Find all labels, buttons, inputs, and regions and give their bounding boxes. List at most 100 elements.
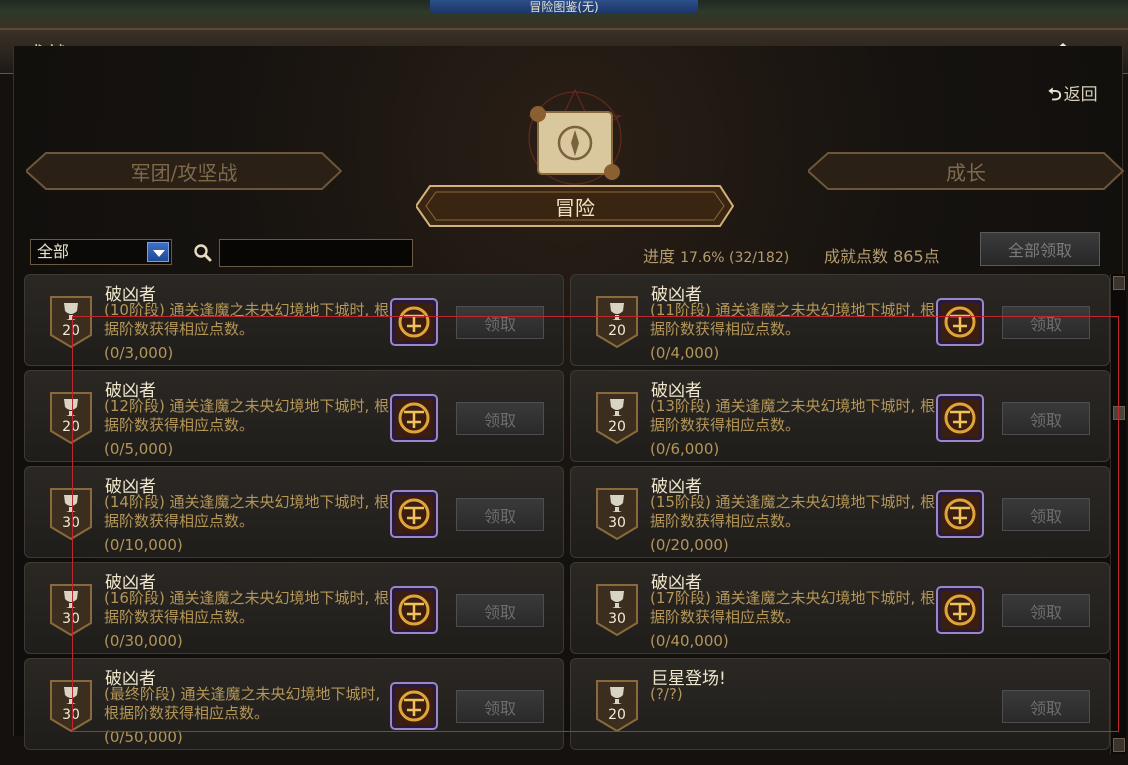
achievement-progress: (0/4,000) [650,344,720,362]
filter-selected-value: 全部 [37,242,70,261]
chevron-down-icon[interactable] [147,242,169,262]
achievement-points: 20 [608,419,626,435]
claim-button[interactable]: 领取 [456,594,544,627]
achievement-description: (10阶段) 通关逢魔之未央幻境地下城时, 根据阶数获得相应点数。 [104,301,390,338]
achievement-progress: (0/20,000) [650,536,729,554]
claim-button[interactable]: 领取 [456,690,544,723]
search-icon[interactable] [193,243,213,263]
reward-emblem-icon[interactable] [390,394,438,442]
achievement-description: (15阶段) 通关逢魔之未央幻境地下城时, 根据阶数获得相应点数。 [650,493,936,530]
achievement-card: 30 破凶者 (最终阶段) 通关逢魔之未央幻境地下城时, 根据阶数获得相应点数。 (0… [24,658,564,750]
achievement-progress: (0/10,000) [104,536,183,554]
achievement-progress: (0/30,000) [104,632,183,650]
achievement-progress: (0/6,000) [650,440,720,458]
trophy-badge: 30 [47,583,95,637]
claim-button[interactable]: 领取 [1002,594,1090,627]
achievement-card: 20 破凶者 (12阶段) 通关逢魔之未央幻境地下城时, 根据阶数获得相应点数。 (0… [24,370,564,462]
claim-button[interactable]: 领取 [1002,498,1090,531]
points-value: 865点 [893,247,940,266]
achievement-points: 30 [62,707,80,723]
achievement-points: 20 [608,707,626,723]
trophy-badge: 30 [593,583,641,637]
progress-value: 17.6% (32/182) [680,250,790,266]
achievement-progress: (0/5,000) [104,440,174,458]
scrollbar[interactable] [1110,274,1126,754]
achievement-card: 30 破凶者 (17阶段) 通关逢魔之未央幻境地下城时, 根据阶数获得相应点数。 (0… [570,562,1110,654]
achievement-description: (最终阶段) 通关逢魔之未央幻境地下城时, 根据阶数获得相应点数。 [104,685,381,722]
trophy-icon [50,296,92,349]
trophy-icon [50,488,92,541]
points-summary: 成就点数 865点 [824,243,940,267]
tab-growth-label: 成长 [946,160,986,185]
trophy-badge: 30 [593,487,641,541]
scroll-up-button[interactable] [1113,276,1125,290]
back-button[interactable]: ⮌ 返回 [1048,80,1098,111]
scroll-emblem-icon [527,88,623,185]
achievement-description: (11阶段) 通关逢魔之未央幻境地下城时, 根据阶数获得相应点数。 [650,301,936,338]
achievement-points: 20 [608,323,626,339]
tab-legion[interactable]: 军团/攻坚战 [26,152,342,190]
claim-button[interactable]: 领取 [1002,306,1090,339]
progress-label: 进度 [643,247,676,266]
achievement-description: (17阶段) 通关逢魔之未央幻境地下城时, 根据阶数获得相应点数。 [650,589,936,626]
tab-adventure[interactable]: 冒险 [416,184,734,228]
trophy-badge: 30 [47,679,95,733]
trophy-icon [596,584,638,637]
reward-emblem-icon[interactable] [390,586,438,634]
achievement-points: 30 [62,515,80,531]
points-label: 成就点数 [824,247,889,266]
trophy-badge: 20 [593,391,641,445]
claim-button[interactable]: 领取 [456,498,544,531]
trophy-icon [596,488,638,541]
claim-button[interactable]: 领取 [456,306,544,339]
achievement-description: (12阶段) 通关逢魔之未央幻境地下城时, 根据阶数获得相应点数。 [104,397,390,434]
claim-button[interactable]: 领取 [1002,690,1090,723]
achievement-points: 30 [62,611,80,627]
trophy-badge: 30 [47,487,95,541]
tab-adventure-label: 冒险 [555,195,595,220]
trophy-badge: 20 [593,679,641,733]
top-window-title: 冒险图鉴(无) [430,0,698,14]
achievement-card: 30 破凶者 (15阶段) 通关逢魔之未央幻境地下城时, 根据阶数获得相应点数。 (0… [570,466,1110,558]
trophy-icon [596,392,638,445]
claim-button[interactable]: 领取 [1002,402,1090,435]
achievement-points: 20 [62,419,80,435]
scroll-down-button[interactable] [1113,738,1125,752]
category-filter-select[interactable]: 全部 [30,239,172,265]
achievement-description: (13阶段) 通关逢魔之未央幻境地下城时, 根据阶数获得相应点数。 [650,397,936,434]
achievement-points: 20 [62,323,80,339]
tab-growth[interactable]: 成长 [808,152,1124,190]
reward-emblem-icon[interactable] [936,298,984,346]
scroll-thumb[interactable] [1113,406,1125,420]
achievement-card: 30 破凶者 (16阶段) 通关逢魔之未央幻境地下城时, 根据阶数获得相应点数。 (0… [24,562,564,654]
search-input[interactable] [219,239,413,267]
return-arrow-icon: ⮌ [1048,85,1062,105]
reward-emblem-icon[interactable] [936,490,984,538]
trophy-badge: 20 [47,295,95,349]
tab-legion-label: 军团/攻坚战 [130,160,238,185]
reward-emblem-icon[interactable] [936,394,984,442]
back-label: 返回 [1063,85,1098,105]
achievement-card: 30 破凶者 (14阶段) 通关逢魔之未央幻境地下城时, 根据阶数获得相应点数。 (0… [24,466,564,558]
reward-emblem-icon[interactable] [390,682,438,730]
achievement-points: 30 [608,515,626,531]
reward-emblem-icon[interactable] [936,586,984,634]
trophy-icon [596,296,638,349]
trophy-icon [50,392,92,445]
trophy-icon [596,680,638,733]
reward-emblem-icon[interactable] [390,298,438,346]
trophy-badge: 20 [47,391,95,445]
achievement-description: (?/?) [650,685,683,703]
trophy-icon [50,584,92,637]
progress-summary: 进度 17.6% (32/182) [643,243,789,267]
achievement-points: 30 [608,611,626,627]
reward-emblem-icon[interactable] [390,490,438,538]
achievement-card: 20 破凶者 (13阶段) 通关逢魔之未央幻境地下城时, 根据阶数获得相应点数。 (0… [570,370,1110,462]
claim-button[interactable]: 领取 [456,402,544,435]
achievement-card: 20 破凶者 (10阶段) 通关逢魔之未央幻境地下城时, 根据阶数获得相应点数。 (0… [24,274,564,366]
achievement-list: 20 破凶者 (10阶段) 通关逢魔之未央幻境地下城时, 根据阶数获得相应点数。 (0… [24,274,1110,754]
achievement-description: (16阶段) 通关逢魔之未央幻境地下城时, 根据阶数获得相应点数。 [104,589,390,626]
achievement-card: 20 破凶者 (11阶段) 通关逢魔之未央幻境地下城时, 根据阶数获得相应点数。 (0… [570,274,1110,366]
claim-all-button[interactable]: 全部领取 [980,232,1100,266]
game-top-strip: 冒险图鉴(无) [0,0,1128,30]
